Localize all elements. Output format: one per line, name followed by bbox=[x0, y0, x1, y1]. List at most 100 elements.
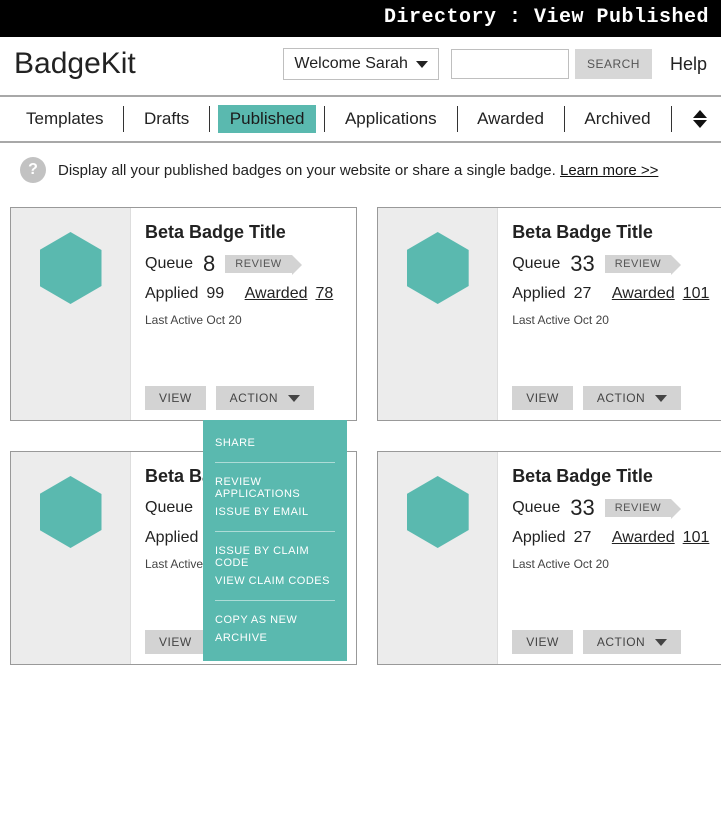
view-button[interactable]: VIEW bbox=[145, 630, 206, 654]
divider bbox=[215, 600, 335, 601]
applied-row: Applied 99 Awarded 78 bbox=[145, 285, 342, 303]
card-body: Beta Badge Title Queue 33 REVIEW Applied… bbox=[498, 452, 721, 664]
badge-thumb bbox=[11, 452, 131, 664]
welcome-label: Welcome Sarah bbox=[294, 55, 408, 73]
tab-applications[interactable]: Applications bbox=[333, 105, 449, 133]
action-button[interactable]: ACTION bbox=[583, 386, 681, 410]
menu-issue-by-email[interactable]: ISSUE BY EMAIL bbox=[215, 503, 335, 521]
badge-card: Beta Badge Title Queue 33 REVIEW Applied… bbox=[377, 207, 721, 421]
queue-count: 33 bbox=[570, 251, 594, 277]
queue-count: 33 bbox=[570, 495, 594, 521]
triangle-up-icon bbox=[693, 110, 707, 118]
badge-card: Beta Badge Title Queue 8 REVIEW Applied … bbox=[10, 207, 357, 421]
action-label: ACTION bbox=[597, 391, 645, 405]
menu-issue-by-claim-code[interactable]: ISSUE BY CLAIM CODE bbox=[215, 542, 335, 572]
info-message: Display all your published badges on you… bbox=[58, 162, 560, 179]
divider bbox=[215, 531, 335, 532]
menu-share[interactable]: SHARE bbox=[215, 434, 335, 452]
badge-title: Beta Badge Title bbox=[145, 222, 342, 243]
awarded-count[interactable]: 101 bbox=[683, 285, 710, 303]
awarded-count[interactable]: 101 bbox=[683, 529, 710, 547]
card-actions: VIEW ACTION bbox=[145, 386, 342, 410]
tab-templates[interactable]: Templates bbox=[14, 105, 115, 133]
awarded-link[interactable]: Awarded bbox=[245, 285, 308, 303]
hexagon-icon bbox=[40, 232, 102, 304]
review-tag[interactable]: REVIEW bbox=[225, 255, 291, 273]
menu-view-claim-codes[interactable]: VIEW CLAIM CODES bbox=[215, 572, 335, 590]
last-active: Last Active Oct 20 bbox=[512, 313, 709, 327]
view-button[interactable]: VIEW bbox=[512, 630, 573, 654]
menu-copy-as-new[interactable]: COPY AS NEW bbox=[215, 611, 335, 629]
hexagon-icon bbox=[40, 476, 102, 548]
tab-archived[interactable]: Archived bbox=[572, 105, 662, 133]
awarded-count[interactable]: 78 bbox=[315, 285, 333, 303]
review-tag[interactable]: REVIEW bbox=[605, 255, 671, 273]
welcome-dropdown[interactable]: Welcome Sarah bbox=[283, 48, 439, 80]
sort-toggle[interactable] bbox=[679, 110, 707, 128]
queue-label: Queue bbox=[512, 255, 560, 273]
review-tag[interactable]: REVIEW bbox=[605, 499, 671, 517]
header: BadgeKit Welcome Sarah SEARCH Help bbox=[0, 37, 721, 97]
applied-label: Applied bbox=[512, 529, 565, 547]
divider bbox=[215, 462, 335, 463]
last-active-date: Oct 20 bbox=[574, 313, 609, 327]
search-input[interactable] bbox=[451, 49, 569, 79]
queue-count: 8 bbox=[203, 251, 215, 277]
hexagon-icon bbox=[407, 476, 469, 548]
tab-drafts[interactable]: Drafts bbox=[132, 105, 201, 133]
tab-published[interactable]: Published bbox=[218, 105, 317, 133]
menu-review-applications[interactable]: REVIEW APPLICATIONS bbox=[215, 473, 335, 503]
queue-row: Queue 33 REVIEW bbox=[512, 251, 709, 277]
chevron-down-icon bbox=[416, 61, 428, 68]
badge-thumb bbox=[11, 208, 131, 420]
last-active-prefix: Last Active bbox=[145, 313, 206, 327]
logo: BadgeKit bbox=[14, 47, 136, 81]
queue-row: Queue 33 REVIEW bbox=[512, 495, 709, 521]
help-icon: ? bbox=[20, 157, 46, 183]
last-active-date: Oct 20 bbox=[574, 557, 609, 571]
queue-label: Queue bbox=[512, 499, 560, 517]
applied-row: Applied 27 Awarded 101 bbox=[512, 529, 709, 547]
applied-label: Applied bbox=[512, 285, 565, 303]
search-button[interactable]: SEARCH bbox=[575, 49, 652, 79]
badge-title: Beta Badge Title bbox=[512, 222, 709, 243]
last-active-prefix: Last Active bbox=[145, 557, 206, 571]
last-active-date: Oct 20 bbox=[206, 313, 241, 327]
last-active-prefix: Last Active bbox=[512, 557, 573, 571]
badge-card: Beta Badge Title Queue 33 REVIEW Applied… bbox=[377, 451, 721, 665]
action-button[interactable]: ACTION bbox=[583, 630, 681, 654]
badge-grid: Beta Badge Title Queue 8 REVIEW Applied … bbox=[0, 197, 721, 695]
queue-row: Queue 8 REVIEW bbox=[145, 251, 342, 277]
applied-label: Applied bbox=[145, 285, 198, 303]
badge-title: Beta Badge Title bbox=[512, 466, 709, 487]
last-active: Last Active Oct 20 bbox=[512, 557, 709, 571]
top-bar: Directory : View Published bbox=[0, 0, 721, 37]
action-label: ACTION bbox=[230, 391, 278, 405]
card-actions: VIEW ACTION bbox=[512, 630, 709, 654]
info-bar: ? Display all your published badges on y… bbox=[0, 143, 721, 197]
card-body: Beta Badge Title Queue 8 REVIEW Applied … bbox=[131, 208, 356, 420]
chevron-down-icon bbox=[655, 395, 667, 402]
card-body: Beta Badge Title Queue 33 REVIEW Applied… bbox=[498, 208, 721, 420]
awarded-link[interactable]: Awarded bbox=[612, 529, 675, 547]
applied-label: Applied bbox=[145, 529, 198, 547]
applied-count: 27 bbox=[574, 529, 592, 547]
learn-more-link[interactable]: Learn more >> bbox=[560, 162, 658, 179]
tab-awarded[interactable]: Awarded bbox=[465, 105, 556, 133]
applied-count: 99 bbox=[206, 285, 224, 303]
view-button[interactable]: VIEW bbox=[512, 386, 573, 410]
badge-thumb bbox=[378, 452, 498, 664]
action-menu: SHARE REVIEW APPLICATIONS ISSUE BY EMAIL… bbox=[203, 420, 347, 661]
action-label: ACTION bbox=[597, 635, 645, 649]
chevron-down-icon bbox=[655, 639, 667, 646]
tabs: Templates Drafts Published Applications … bbox=[0, 97, 721, 143]
awarded-link[interactable]: Awarded bbox=[612, 285, 675, 303]
action-button[interactable]: ACTION bbox=[216, 386, 314, 410]
applied-row: Applied 27 Awarded 101 bbox=[512, 285, 709, 303]
hexagon-icon bbox=[407, 232, 469, 304]
triangle-down-icon bbox=[693, 120, 707, 128]
queue-label: Queue bbox=[145, 255, 193, 273]
view-button[interactable]: VIEW bbox=[145, 386, 206, 410]
help-link[interactable]: Help bbox=[670, 54, 707, 75]
menu-archive[interactable]: ARCHIVE bbox=[215, 629, 335, 647]
